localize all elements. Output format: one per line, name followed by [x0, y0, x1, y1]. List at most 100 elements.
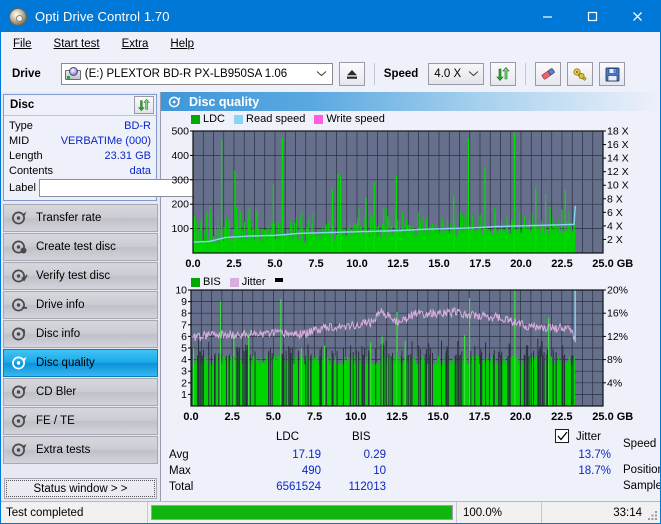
svg-text:300: 300 — [171, 174, 189, 186]
maximize-button[interactable] — [570, 1, 615, 32]
status-window-button[interactable]: Status window > > — [4, 478, 157, 499]
svg-text:4: 4 — [181, 354, 187, 366]
sidebar-item-disc-info[interactable]: Disc info — [3, 320, 158, 348]
stats-bis-max: 10 — [373, 465, 386, 477]
svg-text:20%: 20% — [607, 285, 628, 297]
svg-text:1: 1 — [181, 389, 187, 401]
svg-text:5: 5 — [181, 343, 187, 355]
sidebar-item-disc-quality[interactable]: Disc quality — [3, 349, 158, 377]
sidebar-item-disc-info-label: Disc info — [36, 328, 81, 340]
disc-label-row: Label — [4, 178, 241, 200]
sidebar-item-disc-quality-label: Disc quality — [36, 357, 95, 369]
bis-jitter-chart-container: BIS Jitter 1 2 3 4 5 6 7 8 9 10 4% 8% 12% 16% 20% 0.0 2.… — [161, 275, 660, 427]
menu-help[interactable]: Help — [167, 36, 205, 52]
svg-text:12.5: 12.5 — [386, 411, 407, 423]
svg-text:16%: 16% — [607, 308, 628, 320]
status-text: Test completed — [6, 506, 84, 519]
app-disc-icon — [9, 7, 27, 26]
svg-text:5.0: 5.0 — [267, 258, 282, 270]
legend-read-speed-label: Read speed — [246, 113, 306, 125]
svg-text:16 X: 16 X — [607, 139, 629, 151]
minimize-button[interactable] — [525, 1, 570, 32]
drive-select[interactable]: (E:) PLEXTOR BD-R PX-LB950SA 1.06 — [60, 63, 333, 85]
sidebar-item-drive-info[interactable]: Drive info — [3, 291, 158, 319]
status-bar: Test completed 100.0% 33:14 — [1, 501, 660, 523]
jitter-checkbox[interactable] — [555, 429, 569, 443]
legend-marker-icon — [274, 277, 283, 282]
legend-bis-label: BIS — [203, 276, 221, 288]
svg-text:0.0: 0.0 — [185, 258, 200, 270]
refresh-button[interactable] — [490, 62, 517, 86]
sidebar-item-transfer-rate[interactable]: Transfer rate — [3, 204, 158, 232]
stats-bis-avg: 0.29 — [363, 449, 386, 461]
keys-button[interactable] — [567, 62, 594, 86]
disc-panel-header: Disc — [4, 95, 156, 116]
chevron-down-icon — [314, 70, 330, 79]
window-controls — [525, 1, 660, 32]
ldc-chart[interactable]: 100 200 300 400 500 2 X 4 X6 X 8 X10 X 12 X14 X 1… — [163, 111, 659, 275]
svg-text:4 X: 4 X — [607, 220, 623, 232]
close-button[interactable] — [615, 1, 660, 32]
bis-chart-legend: BIS Jitter — [191, 276, 283, 288]
speed-select-value: 4.0 X — [434, 68, 462, 80]
svg-text:8: 8 — [181, 308, 187, 320]
eraser-button[interactable] — [535, 62, 562, 86]
svg-text:3: 3 — [181, 366, 187, 378]
svg-text:20.0: 20.0 — [510, 258, 531, 270]
legend-bis: BIS — [191, 276, 221, 288]
drive-label: Drive — [12, 68, 41, 80]
menu-start-test[interactable]: Start test — [51, 36, 111, 52]
svg-text:6 X: 6 X — [607, 207, 623, 219]
svg-text:8 X: 8 X — [607, 193, 623, 205]
svg-text:100: 100 — [171, 223, 189, 235]
sidebar-item-cd-bler-label: CD Bler — [36, 386, 77, 398]
sidebar-item-transfer-rate-label: Transfer rate — [36, 212, 102, 224]
svg-text:22.5: 22.5 — [551, 411, 572, 423]
svg-text:10: 10 — [175, 285, 187, 297]
disc-row-contents: Contents data — [4, 163, 156, 178]
menu-file[interactable]: File — [10, 36, 43, 52]
sidebar-item-cd-bler[interactable]: CD Bler — [3, 378, 158, 406]
sidebar-item-create-test-disc[interactable]: Create test disc — [3, 233, 158, 261]
svg-text:0.0: 0.0 — [183, 411, 198, 423]
disc-panel-title: Disc — [10, 99, 35, 111]
svg-text:15.0: 15.0 — [428, 258, 449, 270]
stats-col-ldc: LDC — [276, 431, 300, 443]
menu-extra[interactable]: Extra — [119, 36, 160, 52]
sidebar-item-verify-test-disc[interactable]: Verify test disc — [3, 262, 158, 290]
drive-icon — [64, 67, 81, 81]
svg-text:2.5: 2.5 — [226, 258, 241, 270]
resize-grip-icon[interactable] — [646, 509, 658, 521]
stats-row-avg: Avg — [169, 449, 189, 461]
svg-text:GB: GB — [617, 258, 634, 270]
drive-select-value: (E:) PLEXTOR BD-R PX-LB950SA 1.06 — [84, 68, 288, 80]
progress-percent: 100.0% — [456, 501, 541, 523]
speed-select[interactable]: 4.0 X — [428, 63, 485, 85]
save-button[interactable] — [599, 62, 626, 86]
legend-write-speed-swatch — [314, 114, 324, 124]
disc-refresh-button[interactable] — [134, 96, 154, 114]
disc-row-length-value: 23.31 GB — [104, 149, 151, 162]
svg-text:25.0: 25.0 — [592, 411, 613, 423]
svg-text:2 X: 2 X — [607, 234, 623, 246]
sidebar-item-extra-tests[interactable]: Extra tests — [3, 436, 158, 464]
svg-text:500: 500 — [171, 126, 189, 138]
eject-button[interactable] — [338, 62, 365, 86]
sidebar-item-create-test-disc-label: Create test disc — [36, 241, 116, 253]
svg-text:17.5: 17.5 — [469, 411, 490, 423]
svg-text:4%: 4% — [607, 377, 622, 389]
chevron-down-icon — [465, 70, 481, 79]
sidebar-item-fe-te-label: FE / TE — [36, 415, 75, 427]
bis-jitter-chart[interactable]: 12345678910 4% 8% 12% 16% 20% 0.0 2.5 5.0 7.5 10.0… — [163, 275, 659, 427]
stats-row-total: Total — [169, 481, 194, 493]
sidebar-item-drive-info-label: Drive info — [36, 299, 85, 311]
disc-quality-panel: Disc quality LDC Read speed Write speed — [160, 92, 660, 501]
toolbar-divider-2 — [525, 63, 527, 85]
progress-bar — [151, 505, 453, 520]
disc-check-icon — [11, 268, 28, 284]
stats-bis-total: 112013 — [348, 481, 386, 493]
legend-ldc: LDC — [191, 113, 225, 125]
sidebar-item-fe-te[interactable]: FE / TE — [3, 407, 158, 435]
disc-label-key: Label — [9, 182, 36, 194]
svg-text:20.0: 20.0 — [510, 411, 531, 423]
